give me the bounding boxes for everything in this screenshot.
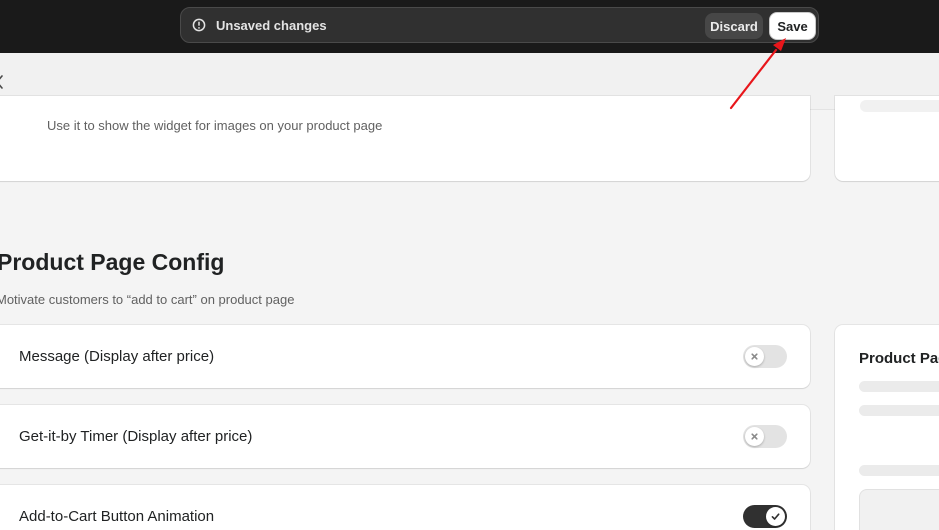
setting-row-timer: Get-it-by Timer (Display after price) xyxy=(0,405,810,468)
product-page-preview-card: Product Page xyxy=(835,325,939,530)
alert-circle-icon xyxy=(192,18,206,32)
skeleton-line xyxy=(859,465,939,476)
x-icon xyxy=(751,433,758,440)
widget-settings-card: Use it to show the widget for images on … xyxy=(0,96,810,181)
contextual-save-bar: Unsaved changes Discard Save xyxy=(180,7,819,43)
skeleton-box xyxy=(859,489,939,530)
section-subtitle: Motivate customers to “add to cart” on p… xyxy=(0,292,295,307)
check-icon xyxy=(771,513,780,520)
preview-title: Product Page xyxy=(859,350,939,367)
setting-row-message: Message (Display after price) xyxy=(0,325,810,388)
setting-label: Add-to-Cart Button Animation xyxy=(19,508,215,525)
setting-row-animation: Add-to-Cart Button Animation xyxy=(0,485,810,530)
x-icon xyxy=(751,353,758,360)
timer-toggle[interactable] xyxy=(743,425,787,448)
message-toggle[interactable] xyxy=(743,345,787,368)
discard-button[interactable]: Discard xyxy=(705,13,763,39)
chevron-left-icon[interactable] xyxy=(0,72,6,92)
skeleton-line xyxy=(859,381,939,392)
section-title: Product Page Config xyxy=(0,249,225,275)
app-page: Unsaved changes Discard Save Use it to s… xyxy=(0,0,939,530)
save-button[interactable]: Save xyxy=(769,12,816,40)
toggle-knob xyxy=(766,507,785,526)
skeleton-line xyxy=(860,100,939,112)
side-card-top xyxy=(835,96,939,181)
skeleton-line xyxy=(859,405,939,416)
setting-label: Message (Display after price) xyxy=(19,348,215,365)
animation-toggle[interactable] xyxy=(743,505,787,528)
top-bar: Unsaved changes Discard Save xyxy=(0,0,939,53)
unsaved-changes-text: Unsaved changes xyxy=(216,18,327,33)
toggle-knob xyxy=(745,427,764,446)
toggle-knob xyxy=(745,347,764,366)
widget-description: Use it to show the widget for images on … xyxy=(47,118,383,133)
setting-label: Get-it-by Timer (Display after price) xyxy=(19,428,253,445)
